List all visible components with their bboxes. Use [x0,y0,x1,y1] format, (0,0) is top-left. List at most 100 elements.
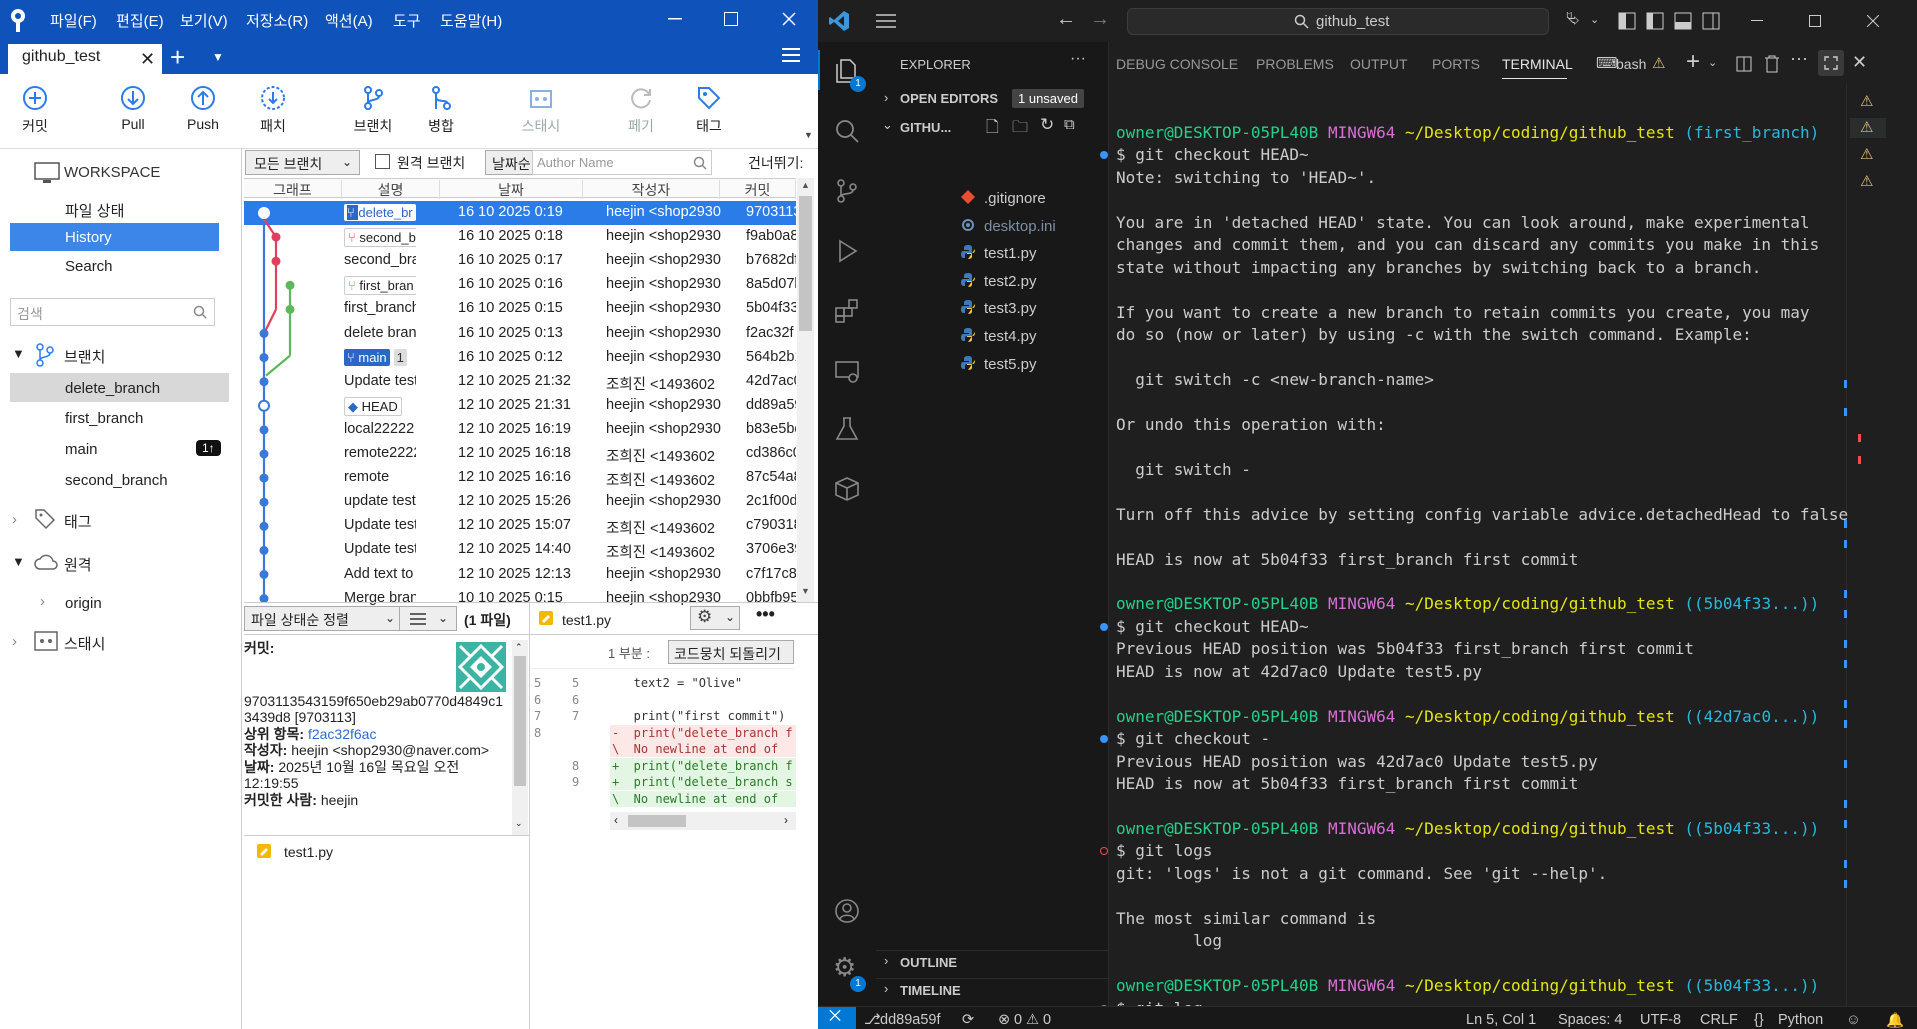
remote-branch-checkbox[interactable] [375,154,390,169]
maximize-icon[interactable] [1800,10,1830,32]
forward-icon[interactable]: → [1090,8,1110,31]
extensions-icon[interactable] [834,298,860,324]
branch-button[interactable]: 브랜치 [338,80,408,140]
maximize-panel-icon[interactable] [1818,50,1844,76]
testing-icon[interactable] [834,416,860,442]
file-item[interactable]: test4.py [961,328,1037,345]
status-warnings[interactable]: 0 [1043,1012,1051,1028]
scroll-thumb[interactable] [799,196,812,331]
minimize-icon[interactable] [1742,10,1772,32]
toolbar-overflow-icon[interactable]: ▼ [804,130,813,140]
back-icon[interactable]: ← [1056,8,1076,31]
collapse-all-icon[interactable]: ⧉ [1064,116,1075,133]
chevron-down-icon[interactable]: ⌄ [1708,56,1717,69]
tab-terminal[interactable]: TERMINAL [1502,56,1573,72]
close-panel-icon[interactable]: ✕ [1852,52,1867,73]
warning-icon[interactable]: ⚠ [1860,145,1873,163]
command-center-search[interactable]: github_test [1127,8,1549,35]
status-encoding[interactable]: UTF-8 [1640,1012,1681,1028]
tag-button[interactable]: 태그 [674,80,744,140]
toggle-secondary-sidebar-icon[interactable] [1702,12,1720,30]
toggle-panel-icon[interactable] [1674,12,1692,30]
split-terminal-icon[interactable] [1736,56,1752,72]
sidebar-item-second-branch[interactable]: second_branch [0,467,240,491]
trash-icon[interactable] [1764,55,1780,73]
column-graph[interactable]: 그래프 [244,180,342,199]
status-indentation[interactable]: Spaces: 4 [1558,1012,1623,1028]
remote-indicator[interactable]: ⨉ [818,1007,856,1029]
sidebar-item-delete-branch[interactable]: delete_branch [10,373,229,402]
status-cursor-position[interactable]: Ln 5, Col 1 [1466,1012,1536,1028]
tags-header[interactable]: › 태그 [0,508,240,532]
file-item[interactable]: test1.py [961,245,1037,262]
diff-hscrollbar[interactable]: ‹ › [610,812,796,830]
terminal-profile[interactable]: ⌨ bash ⚠ [1596,54,1688,76]
menu-actions[interactable]: 액션(A) [325,10,373,31]
file-item[interactable]: test5.py [961,355,1037,373]
sidebar-search-input[interactable]: 검색 [10,298,215,326]
containers-icon[interactable] [834,476,860,502]
layout-icon[interactable] [1618,12,1636,30]
new-folder-icon[interactable]: 🗀 [1012,116,1028,143]
details-scrollbar[interactable]: ⌃ ⌄ [512,640,528,835]
status-branch[interactable]: dd89a59f [880,1012,940,1028]
chevron-down-icon[interactable]: ⌄ [1590,13,1599,26]
more-actions-icon[interactable]: ··· [1070,50,1086,68]
merge-button[interactable]: 병합 [406,80,476,140]
sidebar-item-origin[interactable]: › origin [0,590,240,614]
outline-section[interactable]: › OUTLINE [876,950,1108,972]
file-item[interactable]: .gitignore [961,190,1046,207]
status-eol[interactable]: CRLF [1700,1012,1738,1028]
sidebar-item-search[interactable]: Search [0,254,240,278]
close-icon[interactable] [774,4,804,34]
scroll-down-icon[interactable]: ⌄ [515,818,523,829]
tab-debug-console[interactable]: DEBUG CONSOLE [1116,56,1238,72]
tab-ports[interactable]: PORTS [1432,56,1480,72]
changed-file-item[interactable]: test1.py [244,838,529,866]
new-file-icon[interactable]: 🗋 [986,116,999,143]
menu-help[interactable]: 도움말(H) [440,10,502,31]
remotes-header[interactable]: ▼ 원격 [0,551,240,575]
author-filter-input[interactable]: Author Name [532,150,712,175]
push-button[interactable]: Push [168,80,238,140]
timeline-section[interactable]: › TIMELINE [876,978,1108,1000]
new-tab-icon[interactable]: + [170,42,185,72]
refresh-icon[interactable]: ↻ [1040,115,1054,135]
menu-icon[interactable] [876,14,896,28]
commit-button[interactable]: 커밋 [0,80,70,140]
scroll-up-icon[interactable]: ▲ [801,180,810,190]
more-actions-icon[interactable]: ··· [1790,48,1808,69]
patch-button[interactable]: 패치 [238,80,308,140]
scroll-left-icon[interactable]: ‹ [614,813,618,827]
new-terminal-icon[interactable]: + [1686,48,1700,76]
tab-problems[interactable]: PROBLEMS [1256,56,1334,72]
parent-link[interactable]: f2ac32f6ac [308,726,377,742]
tab-dropdown-icon[interactable]: ▼ [212,50,224,64]
run-debug-icon[interactable] [834,238,860,264]
folder-section[interactable]: ⌄ GITHU... 🗋 🗀 ↻ ⧉ [876,115,1108,138]
maximize-icon[interactable] [716,4,746,34]
hamburger-icon[interactable] [782,48,800,62]
copilot-icon[interactable]: ⮱ [1566,9,1580,29]
menu-repository[interactable]: 저장소(R) [246,10,308,31]
sidebar-item-history[interactable]: History [10,223,219,251]
close-tab-icon[interactable]: ✕ [140,49,155,70]
order-select[interactable]: 날짜순 [485,150,533,175]
scroll-right-icon[interactable]: › [784,813,788,827]
sort-select[interactable]: 파일 상태순 정렬 ⌄ [244,606,402,631]
branch-filter-select[interactable]: 모든 브랜치 ⌄ [245,150,360,175]
minimize-icon[interactable] [660,4,690,34]
stash-header[interactable]: › 스태시 [0,630,240,654]
more-options-icon[interactable]: ••• [756,604,775,625]
repo-tab[interactable]: github_test ✕ [8,44,162,74]
toggle-sidebar-icon[interactable] [1646,12,1664,30]
copilot-icon[interactable]: ☺ [1846,1012,1861,1028]
file-item[interactable]: test2.py [961,272,1037,290]
revert-hunk-button[interactable]: 코드뭉치 되돌리기 [668,640,794,664]
menu-tools[interactable]: 도구 [393,10,421,31]
remote-explorer-icon[interactable] [834,358,860,384]
diff-file-tab[interactable]: test1.py [562,612,611,628]
branches-header[interactable]: ▼ 브랜치 [0,342,240,368]
sidebar-item-main[interactable]: main 1↑ [0,436,240,460]
warning-icon[interactable]: ⚠ [1860,92,1873,110]
